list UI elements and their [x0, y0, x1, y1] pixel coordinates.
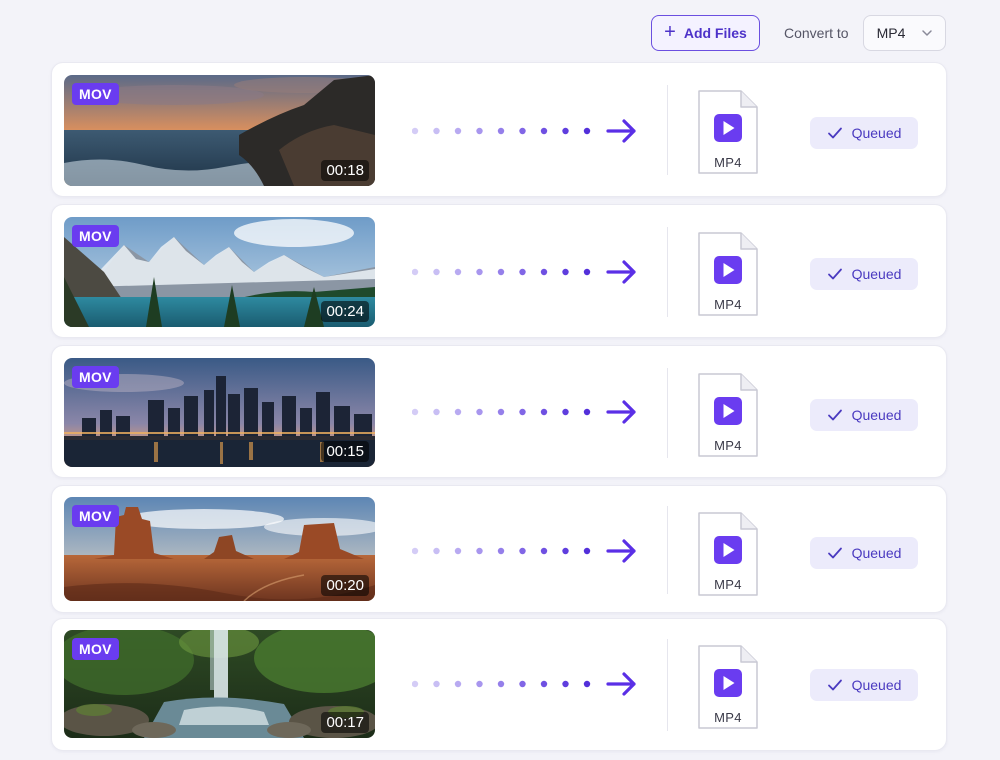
status-badge: Queued [810, 258, 918, 290]
video-thumbnail[interactable]: MOV 00:20 [64, 497, 375, 601]
source-format-badge: MOV [72, 366, 119, 388]
status-label: Queued [851, 266, 902, 282]
format-select-value: MP4 [876, 25, 906, 41]
duration-label: 00:15 [321, 441, 369, 462]
conversion-progress-arrow [412, 671, 638, 697]
file-row: MOV 00:18 MP4 Queued [51, 62, 947, 197]
file-row: MOV 00:20 MP4 Queued [51, 485, 947, 613]
add-files-label: Add Files [683, 25, 747, 41]
status-label: Queued [851, 545, 902, 561]
video-thumbnail[interactable]: MOV 00:17 [64, 630, 375, 738]
conversion-progress-arrow [412, 399, 638, 425]
conversion-progress-arrow [412, 538, 638, 564]
plus-icon: + [664, 21, 676, 43]
source-format-badge: MOV [72, 225, 119, 247]
conversion-progress-arrow [412, 118, 638, 144]
file-row: MOV 00:15 MP4 Queued [51, 345, 947, 478]
duration-label: 00:18 [321, 160, 369, 181]
divider [667, 85, 668, 175]
output-format-label: MP4 [714, 577, 742, 592]
check-icon [827, 679, 842, 691]
convert-to-label: Convert to [784, 25, 849, 41]
status-label: Queued [851, 677, 902, 693]
source-format-badge: MOV [72, 83, 119, 105]
chevron-down-icon [921, 30, 932, 36]
divider [667, 506, 668, 594]
status-label: Queued [851, 407, 902, 423]
status-badge: Queued [810, 399, 918, 431]
check-icon [827, 127, 842, 139]
output-format-label: MP4 [714, 297, 742, 312]
video-thumbnail[interactable]: MOV 00:18 [64, 75, 375, 186]
check-icon [827, 268, 842, 280]
divider [667, 368, 668, 458]
toolbar: + Add Files Convert to MP4 [651, 15, 947, 51]
conversion-progress-arrow [412, 259, 638, 285]
format-select[interactable]: MP4 [862, 15, 946, 51]
output-format-label: MP4 [714, 710, 742, 725]
source-format-badge: MOV [72, 505, 119, 527]
video-thumbnail[interactable]: MOV 00:24 [64, 217, 375, 327]
output-file-icon: MP4 [697, 511, 759, 597]
divider [667, 227, 668, 317]
output-file-icon: MP4 [697, 644, 759, 730]
check-icon [827, 409, 842, 421]
duration-label: 00:17 [321, 712, 369, 733]
file-row: MOV 00:17 MP4 Queued [51, 618, 947, 751]
divider [667, 639, 668, 731]
output-format-label: MP4 [714, 438, 742, 453]
duration-label: 00:20 [321, 575, 369, 596]
output-format-label: MP4 [714, 155, 742, 170]
output-file-icon: MP4 [697, 89, 759, 175]
source-format-badge: MOV [72, 638, 119, 660]
file-row: MOV 00:24 MP4 Queued [51, 204, 947, 338]
status-label: Queued [851, 125, 902, 141]
status-badge: Queued [810, 537, 918, 569]
duration-label: 00:24 [321, 301, 369, 322]
add-files-button[interactable]: + Add Files [651, 15, 760, 51]
status-badge: Queued [810, 669, 918, 701]
output-file-icon: MP4 [697, 372, 759, 458]
output-file-icon: MP4 [697, 231, 759, 317]
status-badge: Queued [810, 117, 918, 149]
video-thumbnail[interactable]: MOV 00:15 [64, 358, 375, 467]
check-icon [827, 547, 842, 559]
